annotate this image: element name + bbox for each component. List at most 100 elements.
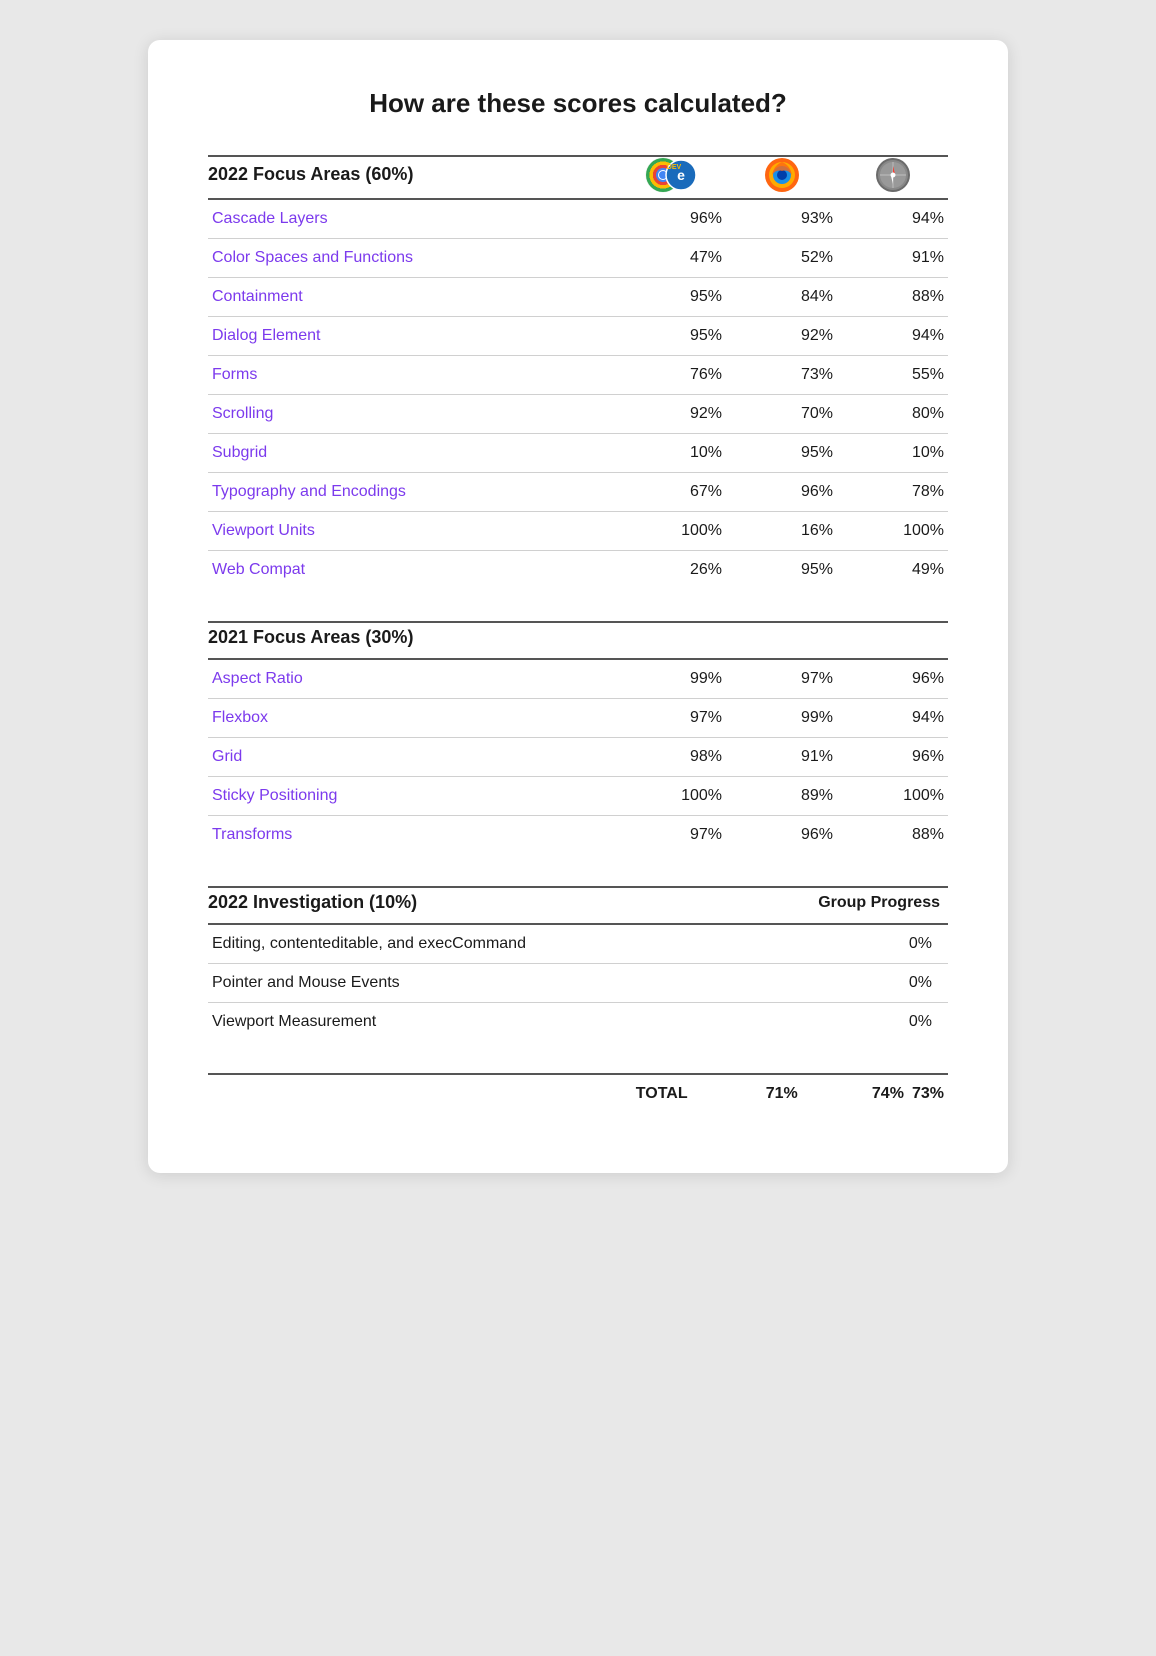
focus-2022-body: Cascade Layers 96% 93% 94% Color Spaces … [208,199,948,589]
score-firefox: 97% [726,659,837,699]
score-safari: 49% [837,551,948,590]
table-row: Grid 98% 91% 96% [208,738,948,777]
table-row: Forms 76% 73% 55% [208,356,948,395]
feature-name[interactable]: Flexbox [208,699,615,738]
feature-name[interactable]: Forms [208,356,615,395]
investigation-score: 0% [735,1003,948,1042]
table-row: Viewport Measurement 0% [208,1003,948,1042]
feature-name[interactable]: Aspect Ratio [208,659,615,699]
section-2022-focus: 2022 Focus Areas (60%) [208,155,948,589]
feature-name[interactable]: Subgrid [208,434,615,473]
score-chrome: 99% [615,659,726,699]
table-row: Aspect Ratio 99% 97% 96% [208,659,948,699]
table-row: Sticky Positioning 100% 89% 100% [208,777,948,816]
score-chrome: 98% [615,738,726,777]
score-firefox: 89% [726,777,837,816]
score-firefox: 96% [726,816,837,855]
section-2021-label: 2021 Focus Areas (30%) [208,622,615,659]
firefox-icon [764,157,800,193]
score-chrome: 95% [615,317,726,356]
score-safari: 96% [837,659,948,699]
feature-name[interactable]: Grid [208,738,615,777]
score-safari: 91% [837,239,948,278]
score-firefox: 95% [726,434,837,473]
score-chrome: 26% [615,551,726,590]
feature-name[interactable]: Scrolling [208,395,615,434]
score-firefox: 95% [726,551,837,590]
total-table: TOTAL 71% 74% 73% [208,1073,948,1113]
score-firefox: 70% [726,395,837,434]
score-firefox: 16% [726,512,837,551]
score-firefox: 92% [726,317,837,356]
feature-name[interactable]: Color Spaces and Functions [208,239,615,278]
score-chrome: 95% [615,278,726,317]
score-safari: 96% [837,738,948,777]
score-firefox: 84% [726,278,837,317]
main-card: How are these scores calculated? 2022 Fo… [148,40,1008,1173]
svg-text:DEV: DEV [666,164,681,171]
focus-2021-body: Aspect Ratio 99% 97% 96% Flexbox 97% 99%… [208,659,948,854]
table-row: Cascade Layers 96% 93% 94% [208,199,948,239]
score-safari: 80% [837,395,948,434]
investigation-table: 2022 Investigation (10%) Group Progress … [208,886,948,1041]
score-firefox: 96% [726,473,837,512]
table-row: Dialog Element 95% 92% 94% [208,317,948,356]
score-chrome: 97% [615,816,726,855]
feature-name[interactable]: Containment [208,278,615,317]
score-safari: 94% [837,199,948,239]
focus-2021-table: 2021 Focus Areas (30%) Aspect Ratio 99% … [208,621,948,854]
score-chrome: 97% [615,699,726,738]
table-row: Pointer and Mouse Events 0% [208,964,948,1003]
investigation-body: Editing, contenteditable, and execComman… [208,924,948,1041]
score-safari: 55% [837,356,948,395]
score-chrome: 67% [615,473,726,512]
table-row: Transforms 97% 96% 88% [208,816,948,855]
investigation-item-name: Viewport Measurement [208,1003,735,1042]
section-2021-focus: 2021 Focus Areas (30%) Aspect Ratio 99% … [208,621,948,854]
safari-icon-header [837,156,948,199]
table-row: Viewport Units 100% 16% 100% [208,512,948,551]
focus-2022-table: 2022 Focus Areas (60%) [208,155,948,589]
score-safari: 78% [837,473,948,512]
total-score-1: 71% [696,1074,802,1113]
investigation-score: 0% [735,964,948,1003]
score-chrome: 100% [615,512,726,551]
score-chrome: 96% [615,199,726,239]
firefox-icon-header [726,156,837,199]
total-score-2: 74% [802,1074,908,1113]
score-chrome: 47% [615,239,726,278]
score-firefox: 99% [726,699,837,738]
feature-name[interactable]: Sticky Positioning [208,777,615,816]
score-chrome: 100% [615,777,726,816]
total-row: TOTAL 71% 74% 73% [208,1074,948,1113]
feature-name[interactable]: Web Compat [208,551,615,590]
feature-name[interactable]: Cascade Layers [208,199,615,239]
score-firefox: 91% [726,738,837,777]
total-score-3: 73% [908,1074,948,1113]
focus-2022-header-row: 2022 Focus Areas (60%) [208,156,948,199]
table-row: Containment 95% 84% 88% [208,278,948,317]
table-row: Subgrid 10% 95% 10% [208,434,948,473]
table-row: Web Compat 26% 95% 49% [208,551,948,590]
feature-name[interactable]: Dialog Element [208,317,615,356]
section-investigation-label: 2022 Investigation (10%) [208,887,735,924]
feature-name[interactable]: Viewport Units [208,512,615,551]
section-2022-label: 2022 Focus Areas (60%) [208,156,615,199]
table-row: Flexbox 97% 99% 94% [208,699,948,738]
total-label: TOTAL [588,1074,696,1113]
feature-name[interactable]: Transforms [208,816,615,855]
group-progress-label: Group Progress [818,894,940,911]
score-safari: 10% [837,434,948,473]
feature-name[interactable]: Typography and Encodings [208,473,615,512]
investigation-header-row: 2022 Investigation (10%) Group Progress [208,887,948,924]
score-safari: 88% [837,816,948,855]
score-firefox: 52% [726,239,837,278]
chrome-icon-header: e DEV [615,156,726,199]
score-safari: 88% [837,278,948,317]
table-row: Editing, contenteditable, and execComman… [208,924,948,964]
score-firefox: 73% [726,356,837,395]
investigation-item-name: Editing, contenteditable, and execComman… [208,924,735,964]
score-chrome: 92% [615,395,726,434]
score-safari: 94% [837,699,948,738]
safari-icon [875,157,911,193]
